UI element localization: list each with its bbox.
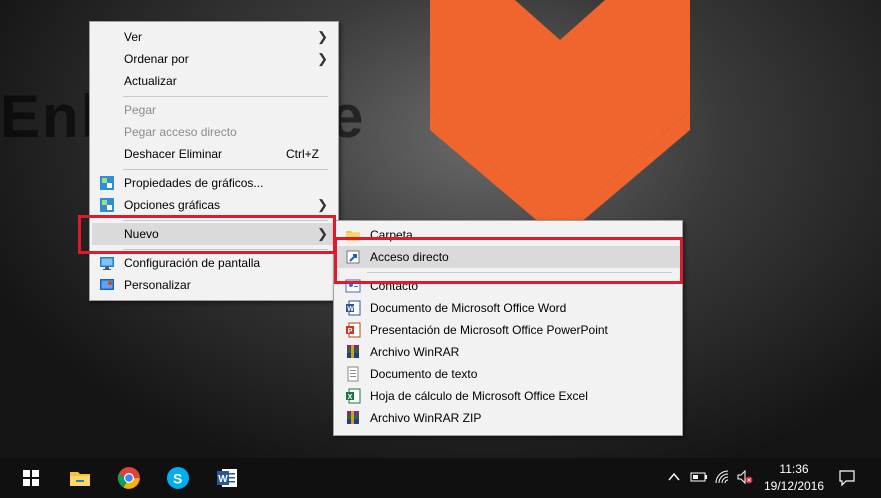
submenu-item-label: Documento de texto [370, 367, 478, 381]
menu-item-propiedades-graficos[interactable]: Propiedades de gráficos... [92, 172, 336, 194]
winrar-icon [347, 345, 359, 358]
highlight-box-nuevo [78, 215, 336, 254]
file-explorer-button[interactable] [56, 458, 104, 498]
winrar-zip-icon [347, 411, 359, 424]
menu-item-configuracion-pantalla[interactable]: Configuración de pantalla [92, 252, 336, 274]
submenu-item-excel[interactable]: X Hoja de cálculo de Microsoft Office Ex… [336, 385, 680, 407]
clock-date: 19/12/2016 [763, 479, 825, 493]
menu-item-label: Opciones gráficas [124, 198, 221, 212]
wifi-icon[interactable] [714, 469, 730, 488]
submenu-item-winrar-zip[interactable]: Archivo WinRAR ZIP [336, 407, 680, 429]
start-icon [23, 470, 39, 486]
menu-separator [123, 96, 328, 97]
submenu-item-winrar[interactable]: Archivo WinRAR [336, 341, 680, 363]
submenu-item-word[interactable]: W Documento de Microsoft Office Word [336, 297, 680, 319]
brand-chevron-logo [430, 0, 690, 225]
menu-item-label: Pegar acceso directo [124, 125, 237, 139]
volume-muted-icon[interactable] [736, 469, 754, 488]
highlight-box-acceso-directo [334, 237, 683, 284]
chevron-right-icon: ❯ [317, 197, 328, 212]
svg-text:W: W [218, 474, 228, 485]
excel-icon: X [346, 388, 361, 404]
powerpoint-icon: P [346, 322, 361, 338]
menu-item-shortcut: Ctrl+Z [286, 147, 319, 161]
text-doc-icon [347, 366, 359, 382]
submenu-item-label: Archivo WinRAR [370, 345, 460, 359]
system-clock[interactable]: 11:36 19/12/2016 [762, 461, 826, 495]
menu-item-label: Deshacer Eliminar [124, 147, 223, 161]
taskbar: S W 11:36 19/12/2016 [0, 458, 881, 498]
svg-text:X: X [348, 394, 353, 401]
desktop-context-menu: Ver ❯ Ordenar por ❯ Actualizar Pegar Peg… [89, 21, 339, 301]
personalize-icon [100, 279, 114, 290]
word-button[interactable]: W [203, 458, 251, 498]
menu-item-label: Propiedades de gráficos... [124, 176, 264, 190]
menu-item-label: Configuración de pantalla [124, 256, 261, 270]
submenu-item-label: Hoja de cálculo de Microsoft Office Exce… [370, 389, 588, 403]
intel-graphics-icon [100, 176, 114, 190]
skype-button[interactable]: S [154, 458, 202, 498]
menu-item-pegar-acceso-directo[interactable]: Pegar acceso directo [92, 121, 336, 143]
svg-text:P: P [348, 328, 353, 335]
menu-item-label: Pegar [124, 103, 157, 117]
chevron-right-icon: ❯ [317, 51, 328, 66]
battery-icon[interactable] [690, 469, 708, 488]
notifications-icon[interactable] [838, 469, 856, 490]
submenu-item-label: Presentación de Microsoft Office PowerPo… [370, 323, 608, 337]
menu-separator [123, 169, 328, 170]
chrome-icon [117, 467, 140, 489]
svg-text:S: S [173, 471, 182, 487]
menu-item-label: Personalizar [124, 278, 191, 292]
menu-item-pegar[interactable]: Pegar [92, 99, 336, 121]
menu-item-ver[interactable]: Ver ❯ [92, 26, 336, 48]
chevron-right-icon: ❯ [317, 29, 328, 44]
menu-item-opciones-graficas[interactable]: Opciones gráficas ❯ [92, 194, 336, 216]
clock-time: 11:36 [779, 462, 809, 476]
menu-item-actualizar[interactable]: Actualizar [92, 70, 336, 92]
word-icon: W [217, 469, 237, 487]
submenu-item-texto[interactable]: Documento de texto [336, 363, 680, 385]
chrome-button[interactable] [105, 458, 153, 498]
menu-item-label: Ver [124, 30, 143, 44]
start-button[interactable] [7, 458, 55, 498]
svg-text:W: W [347, 306, 354, 313]
submenu-item-label: Documento de Microsoft Office Word [370, 301, 567, 315]
chevron-up-icon[interactable] [668, 469, 680, 488]
submenu-item-powerpoint[interactable]: P Presentación de Microsoft Office Power… [336, 319, 680, 341]
intel-graphics-icon [100, 198, 114, 212]
word-doc-icon: W [346, 300, 361, 316]
skype-icon: S [167, 467, 189, 489]
menu-item-label: Ordenar por [124, 52, 189, 66]
menu-item-ordenar-por[interactable]: Ordenar por ❯ [92, 48, 336, 70]
menu-item-personalizar[interactable]: Personalizar [92, 274, 336, 296]
file-explorer-icon [70, 472, 90, 486]
menu-item-deshacer-eliminar[interactable]: Deshacer Eliminar Ctrl+Z [92, 143, 336, 165]
menu-item-label: Actualizar [124, 74, 177, 88]
display-icon [100, 257, 114, 270]
submenu-item-label: Archivo WinRAR ZIP [370, 411, 482, 425]
